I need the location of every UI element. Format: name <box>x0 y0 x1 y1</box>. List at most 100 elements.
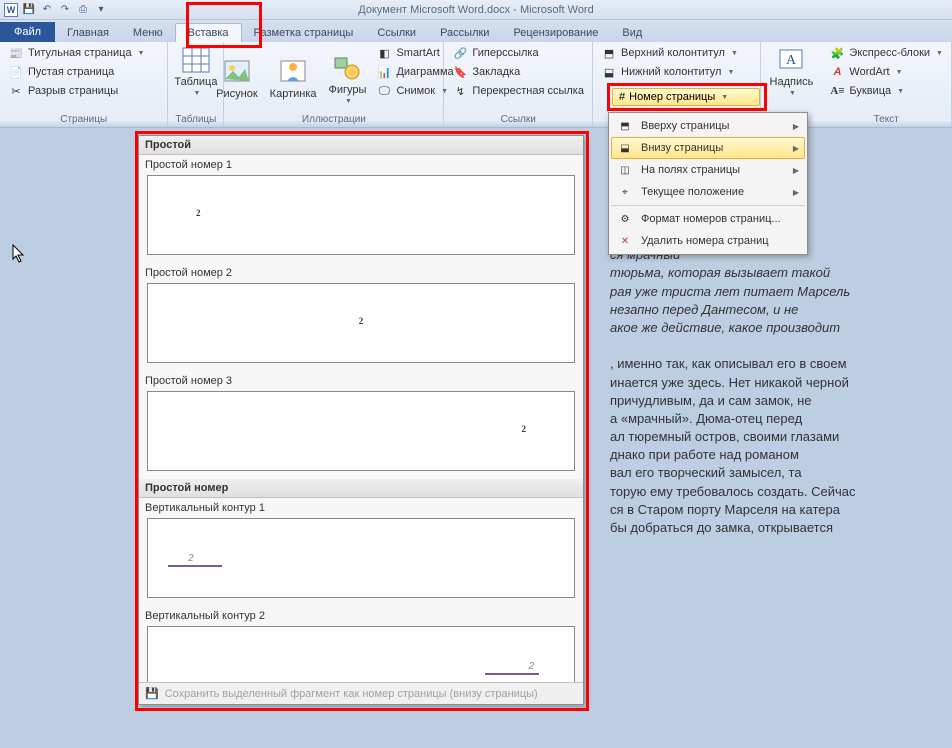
page-number-gallery: Простой Простой номер 1 2 Простой номер … <box>138 135 584 705</box>
chevron-right-icon: ▶ <box>793 122 799 131</box>
blank-page-button[interactable]: 📄 Пустая страница <box>4 63 118 81</box>
chevron-down-icon: ▼ <box>789 90 796 97</box>
redo-icon[interactable]: ↷ <box>58 3 72 17</box>
submenu-remove-page-numbers[interactable]: ✕ Удалить номера страниц <box>611 230 805 252</box>
svg-text:A: A <box>786 53 797 68</box>
cover-page-icon: 📰 <box>8 45 24 61</box>
page-bottom-icon: ⬓ <box>617 140 633 156</box>
group-illustrations: Рисунок Картинка Фигуры ▼ ◧ SmartArt <box>224 42 444 127</box>
chevron-right-icon: ▶ <box>793 166 799 175</box>
chevron-down-icon: ▼ <box>345 98 352 105</box>
submenu-top-of-page[interactable]: ⬒ Вверху страницы ▶ <box>611 115 805 137</box>
gallery-item-simple-3[interactable]: 2 <box>147 391 575 471</box>
gallery-header-simple: Простой <box>139 136 583 155</box>
textbox-icon: A <box>775 46 807 74</box>
tab-layout[interactable]: Разметка страницы <box>242 24 366 42</box>
gallery-item-title: Вертикальный контур 2 <box>139 606 583 624</box>
submenu-format-page-numbers[interactable]: ⚙ Формат номеров страниц... <box>611 208 805 230</box>
decoration-line <box>485 673 539 675</box>
chart-icon: 📊 <box>376 64 392 80</box>
format-icon: ⚙ <box>617 211 633 227</box>
gallery-header-simple-number: Простой номер <box>139 479 583 498</box>
page-number-icon: # <box>619 91 625 103</box>
ribbon-tabs: Файл Главная Меню Вставка Разметка стран… <box>0 20 952 42</box>
quickparts-button[interactable]: 🧩 Экспресс-блоки ▼ <box>825 44 947 62</box>
cover-page-button[interactable]: 📰 Титульная страница ▼ <box>4 44 149 62</box>
header-button[interactable]: ⬒ Верхний колонтитул ▼ <box>597 44 742 62</box>
tab-file[interactable]: Файл <box>0 22 55 42</box>
current-position-icon: ⌖ <box>617 184 633 200</box>
tab-insert[interactable]: Вставка <box>175 23 242 42</box>
ribbon: 📰 Титульная страница ▼ 📄 Пустая страница… <box>0 42 952 128</box>
tab-view[interactable]: Вид <box>610 24 654 42</box>
chevron-down-icon: ▼ <box>727 69 734 76</box>
dropcap-button[interactable]: A≡ Буквица ▼ <box>825 82 908 100</box>
crossref-button[interactable]: ↯ Перекрестная ссылка <box>448 82 588 100</box>
tab-home[interactable]: Главная <box>55 24 121 42</box>
page-break-button[interactable]: ✂ Разрыв страницы <box>4 82 122 100</box>
quick-access-toolbar: W 💾 ↶ ↷ ⎙ ▾ <box>0 3 108 17</box>
dropcap-icon: A≡ <box>829 83 845 99</box>
gallery-save-selection: 💾 Сохранить выделенный фрагмент как номе… <box>139 682 583 704</box>
submenu-current-position[interactable]: ⌖ Текущее положение ▶ <box>611 181 805 203</box>
print-icon[interactable]: ⎙ <box>76 3 90 17</box>
header-icon: ⬒ <box>601 45 617 61</box>
footer-icon: ⬓ <box>601 64 617 80</box>
gallery-item-title: Простой номер 3 <box>139 371 583 389</box>
tab-menu[interactable]: Меню <box>121 24 175 42</box>
shapes-icon <box>331 54 363 82</box>
remove-icon: ✕ <box>617 233 633 249</box>
picture-button[interactable]: Рисунок <box>210 44 264 114</box>
save-icon[interactable]: 💾 <box>22 3 36 17</box>
window-title: Документ Microsoft Word.docx - Microsoft… <box>358 4 593 16</box>
chevron-down-icon: ▼ <box>721 94 728 101</box>
quickparts-icon: 🧩 <box>829 45 845 61</box>
chevron-right-icon: ▶ <box>793 144 799 153</box>
group-text: 🧩 Экспресс-блоки ▼ A WordArt ▼ A≡ Буквиц… <box>821 42 952 127</box>
hyperlink-icon: 🔗 <box>452 45 468 61</box>
submenu-bottom-of-page[interactable]: ⬓ Внизу страницы ▶ <box>611 137 805 159</box>
title-bar: W 💾 ↶ ↷ ⎙ ▾ Документ Microsoft Word.docx… <box>0 0 952 20</box>
save-selection-icon: 💾 <box>145 687 159 700</box>
gallery-item-title: Вертикальный контур 1 <box>139 498 583 516</box>
table-icon <box>180 46 212 74</box>
wordart-button[interactable]: A WordArt ▼ <box>825 63 906 81</box>
decoration-line <box>168 565 222 567</box>
undo-icon[interactable]: ↶ <box>40 3 54 17</box>
chevron-down-icon: ▼ <box>936 50 943 57</box>
page-margins-icon: ◫ <box>617 162 633 178</box>
shapes-button[interactable]: Фигуры ▼ <box>323 44 373 114</box>
gallery-item-simple-1[interactable]: 2 <box>147 175 575 255</box>
tab-review[interactable]: Рецензирование <box>501 24 610 42</box>
bookmark-icon: 🔖 <box>452 64 468 80</box>
page-number-submenu: ⬒ Вверху страницы ▶ ⬓ Внизу страницы ▶ ◫… <box>608 112 808 255</box>
clipart-button[interactable]: Картинка <box>264 44 323 114</box>
textbox-button[interactable]: A Надпись ▼ <box>764 44 820 99</box>
page-number-button[interactable]: # Номер страницы ▼ <box>612 88 760 106</box>
gallery-item-simple-2[interactable]: 2 <box>147 283 575 363</box>
chevron-right-icon: ▶ <box>793 188 799 197</box>
footer-button[interactable]: ⬓ Нижний колонтитул ▼ <box>597 63 738 81</box>
gallery-item-title: Простой номер 1 <box>139 155 583 173</box>
gallery-item-vertical-1[interactable]: 2 <box>147 518 575 598</box>
word-app-icon: W <box>4 3 18 17</box>
submenu-page-margins[interactable]: ◫ На полях страницы ▶ <box>611 159 805 181</box>
gallery-item-title: Простой номер 2 <box>139 263 583 281</box>
smartart-icon: ◧ <box>376 45 392 61</box>
chevron-down-icon: ▼ <box>138 50 145 57</box>
group-pages: 📰 Титульная страница ▼ 📄 Пустая страница… <box>0 42 168 127</box>
qat-customize-icon[interactable]: ▾ <box>94 3 108 17</box>
picture-icon <box>221 58 253 86</box>
chevron-down-icon: ▼ <box>897 88 904 95</box>
chevron-down-icon: ▼ <box>193 90 200 97</box>
tab-references[interactable]: Ссылки <box>365 24 428 42</box>
hyperlink-button[interactable]: 🔗 Гиперссылка <box>448 44 542 62</box>
chevron-down-icon: ▼ <box>731 50 738 57</box>
document-text: і увидел в ся мрачный тюрьма, которая вы… <box>610 228 910 537</box>
mouse-cursor-icon <box>12 244 26 269</box>
bookmark-button[interactable]: 🔖 Закладка <box>448 63 524 81</box>
group-links: 🔗 Гиперссылка 🔖 Закладка ↯ Перекрестная … <box>444 42 593 127</box>
blank-page-icon: 📄 <box>8 64 24 80</box>
screenshot-icon: 🖵 <box>376 83 392 99</box>
tab-mailings[interactable]: Рассылки <box>428 24 501 42</box>
